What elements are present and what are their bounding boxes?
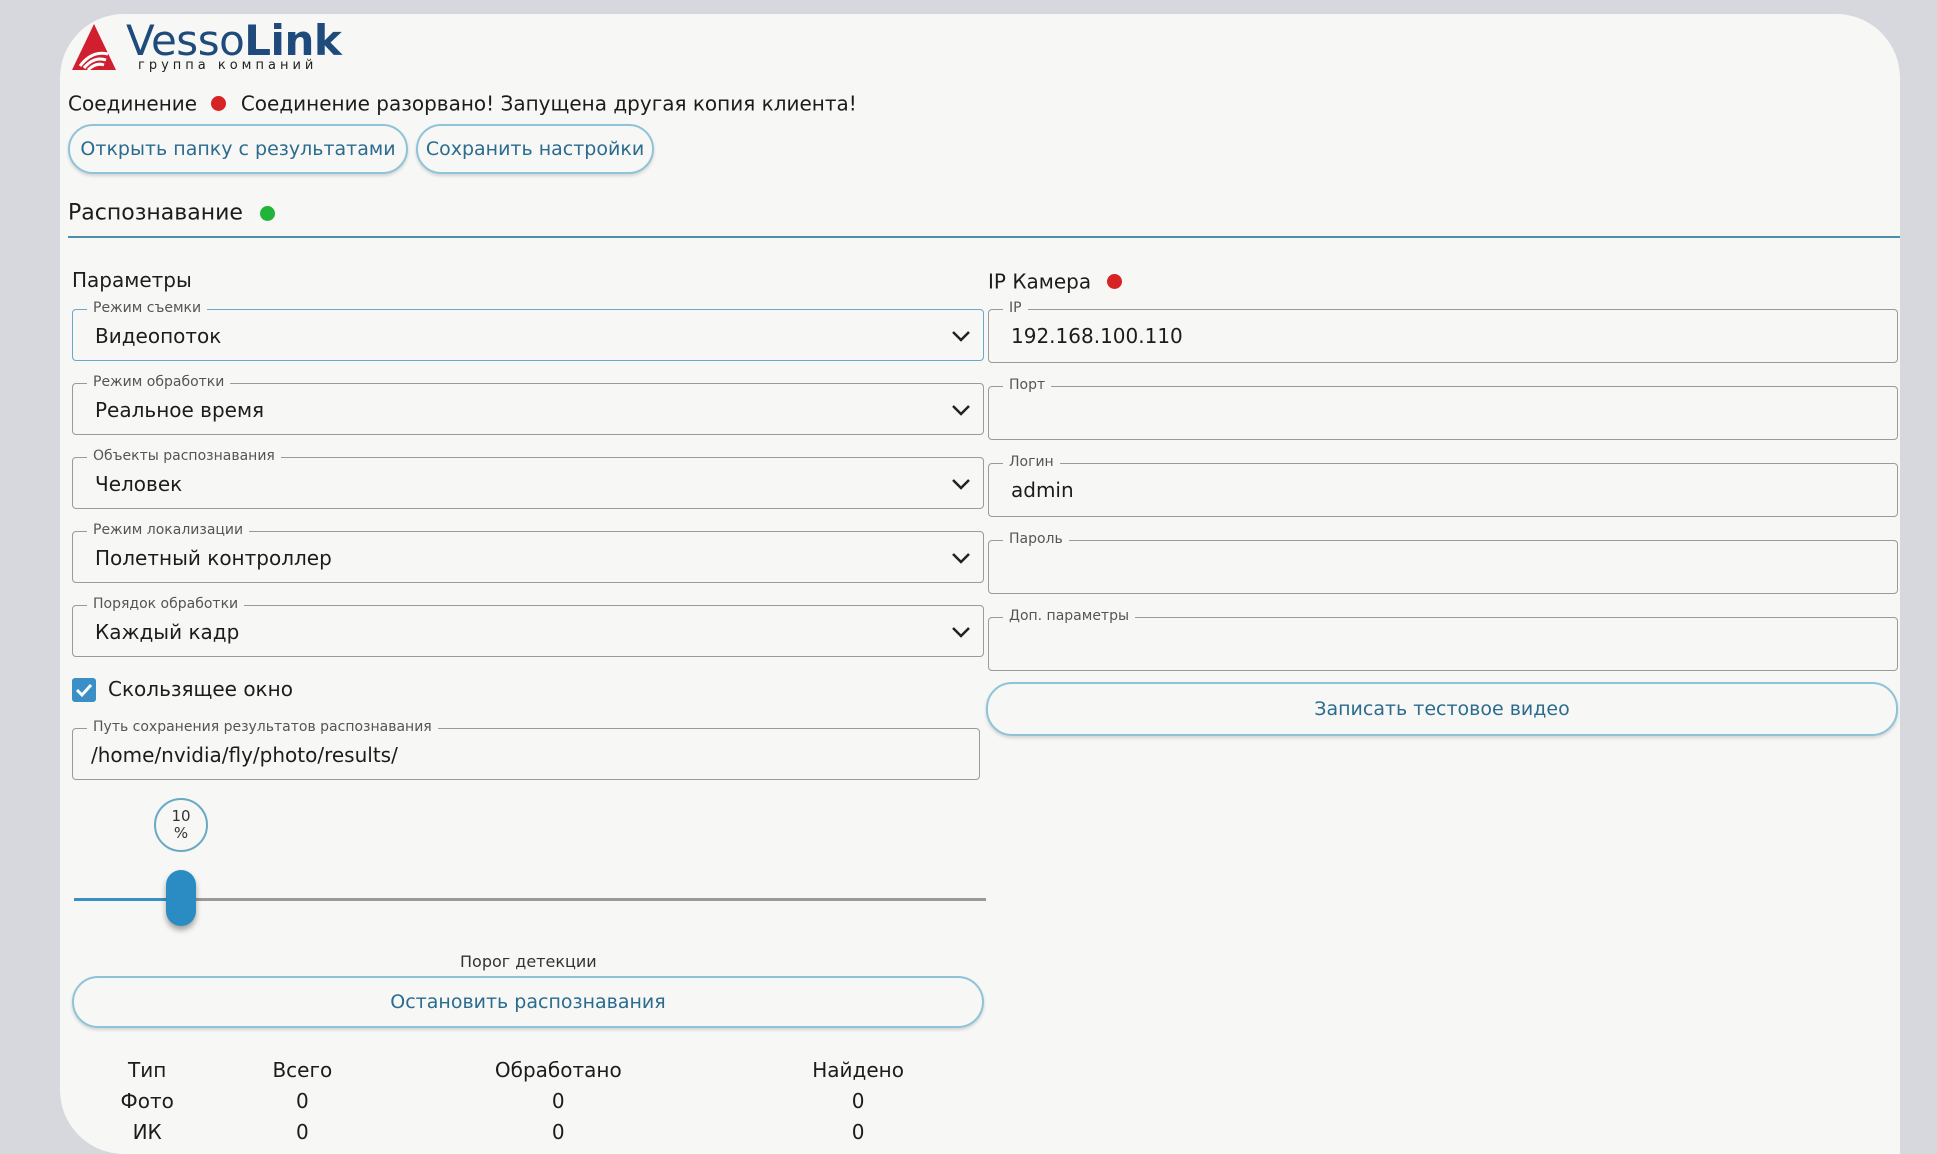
stats-cell: 0: [295, 1088, 309, 1113]
camera-title: IP Камера: [988, 268, 1123, 294]
camera-ip-value: 192.168.100.110: [1011, 324, 1183, 348]
threshold-unit: %: [173, 824, 189, 842]
brand-subtitle: группа компаний: [138, 58, 318, 73]
checkmark-icon: [75, 683, 93, 698]
stats-table: Тип Всего Обработано Найдено Фото 0 0 0 …: [74, 1054, 984, 1147]
processing-order-value: Каждый кадр: [95, 620, 240, 644]
stats-cell: 0: [295, 1119, 309, 1144]
chevron-down-icon: [952, 405, 970, 416]
processing-order-label: Порядок обработки: [87, 596, 245, 612]
open-results-folder-button[interactable]: Открыть папку с результатами: [68, 124, 408, 174]
vessolink-logo-icon: [72, 24, 116, 72]
stats-header-total: Всего: [272, 1057, 333, 1082]
chevron-down-icon: [952, 479, 970, 490]
connection-status-row: Соединение Соединение разорвано! Запущен…: [68, 90, 857, 116]
stats-cell: Фото: [120, 1088, 174, 1113]
camera-login-input[interactable]: Логин admin: [988, 454, 1898, 517]
save-path-label: Путь сохранения результатов распознавани…: [87, 719, 438, 735]
stats-header-type: Тип: [128, 1057, 167, 1082]
recognition-objects-select[interactable]: Объекты распознавания Человек: [72, 448, 984, 509]
stats-header-processed: Обработано: [494, 1057, 622, 1082]
shooting-mode-value: Видеопоток: [95, 324, 222, 348]
connection-message: Соединение разорвано! Запущена другая ко…: [240, 91, 857, 116]
localization-mode-value: Полетный контроллер: [95, 546, 332, 570]
stats-cell: ИК: [132, 1119, 162, 1144]
chevron-down-icon: [952, 627, 970, 638]
recognition-objects-value: Человек: [95, 472, 183, 496]
threshold-slider-thumb[interactable]: [166, 870, 196, 926]
stop-recognition-button[interactable]: Остановить распознавания: [72, 976, 984, 1028]
shooting-mode-label: Режим съемки: [87, 300, 208, 316]
save-settings-button[interactable]: Сохранить настройки: [416, 124, 654, 174]
localization-mode-label: Режим локализации: [87, 522, 250, 538]
chevron-down-icon: [952, 331, 970, 342]
stats-header-row: Тип Всего Обработано Найдено: [74, 1054, 984, 1085]
threshold-value-bubble: 10 %: [154, 798, 208, 852]
table-row: ИК 0 0 0: [74, 1116, 984, 1147]
sliding-window-checkbox[interactable]: [72, 678, 96, 702]
camera-title-text: IP Камера: [988, 269, 1092, 294]
camera-extra-params-label: Доп. параметры: [1003, 608, 1136, 624]
camera-extra-params-input[interactable]: Доп. параметры: [988, 608, 1898, 671]
shooting-mode-select[interactable]: Режим съемки Видеопоток: [72, 300, 984, 361]
section-divider: [68, 236, 1900, 238]
threshold-value: 10: [171, 807, 191, 825]
save-path-value: /home/nvidia/fly/photo/results/: [91, 743, 398, 767]
localization-mode-select[interactable]: Режим локализации Полетный контроллер: [72, 522, 984, 583]
camera-login-label: Логин: [1003, 454, 1060, 470]
camera-status-dot-icon: [1107, 274, 1123, 289]
stats-cell: 0: [851, 1119, 865, 1144]
camera-password-input[interactable]: Пароль: [988, 531, 1898, 594]
chevron-down-icon: [952, 553, 970, 564]
processing-mode-value: Реальное время: [95, 398, 265, 422]
threshold-caption: Порог детекции: [460, 952, 597, 971]
processing-mode-label: Режим обработки: [87, 374, 231, 390]
params-title: Параметры: [72, 268, 192, 292]
table-row: Фото 0 0 0: [74, 1085, 984, 1116]
connection-status-dot-icon: [211, 96, 227, 111]
save-path-input[interactable]: Путь сохранения результатов распознавани…: [72, 719, 980, 780]
processing-mode-select[interactable]: Режим обработки Реальное время: [72, 374, 984, 435]
processing-order-select[interactable]: Порядок обработки Каждый кадр: [72, 596, 984, 657]
connection-label: Соединение: [68, 91, 198, 116]
camera-port-input[interactable]: Порт: [988, 377, 1898, 440]
stats-cell: 0: [851, 1088, 865, 1113]
recognition-section-title: Распознавание: [68, 200, 275, 226]
app-window: VessoLink группа компаний Соединение Сое…: [60, 14, 1900, 1154]
threshold-slider-track[interactable]: [74, 898, 986, 901]
sliding-window-label: Скользящее окно: [108, 677, 293, 701]
recognition-objects-label: Объекты распознавания: [87, 448, 281, 464]
record-test-video-button[interactable]: Записать тестовое видео: [986, 682, 1898, 736]
camera-ip-input[interactable]: IP 192.168.100.110: [988, 300, 1898, 363]
threshold-slider-fill: [74, 898, 166, 901]
stats-header-found: Найдено: [812, 1057, 904, 1082]
camera-password-label: Пароль: [1003, 531, 1069, 547]
camera-ip-label: IP: [1003, 300, 1028, 316]
recognition-status-dot-icon: [259, 205, 275, 221]
stats-cell: 0: [551, 1088, 565, 1113]
stats-cell: 0: [551, 1119, 565, 1144]
camera-port-label: Порт: [1003, 377, 1052, 393]
recognition-title-text: Распознавание: [68, 200, 243, 226]
camera-login-value: admin: [1011, 478, 1074, 502]
